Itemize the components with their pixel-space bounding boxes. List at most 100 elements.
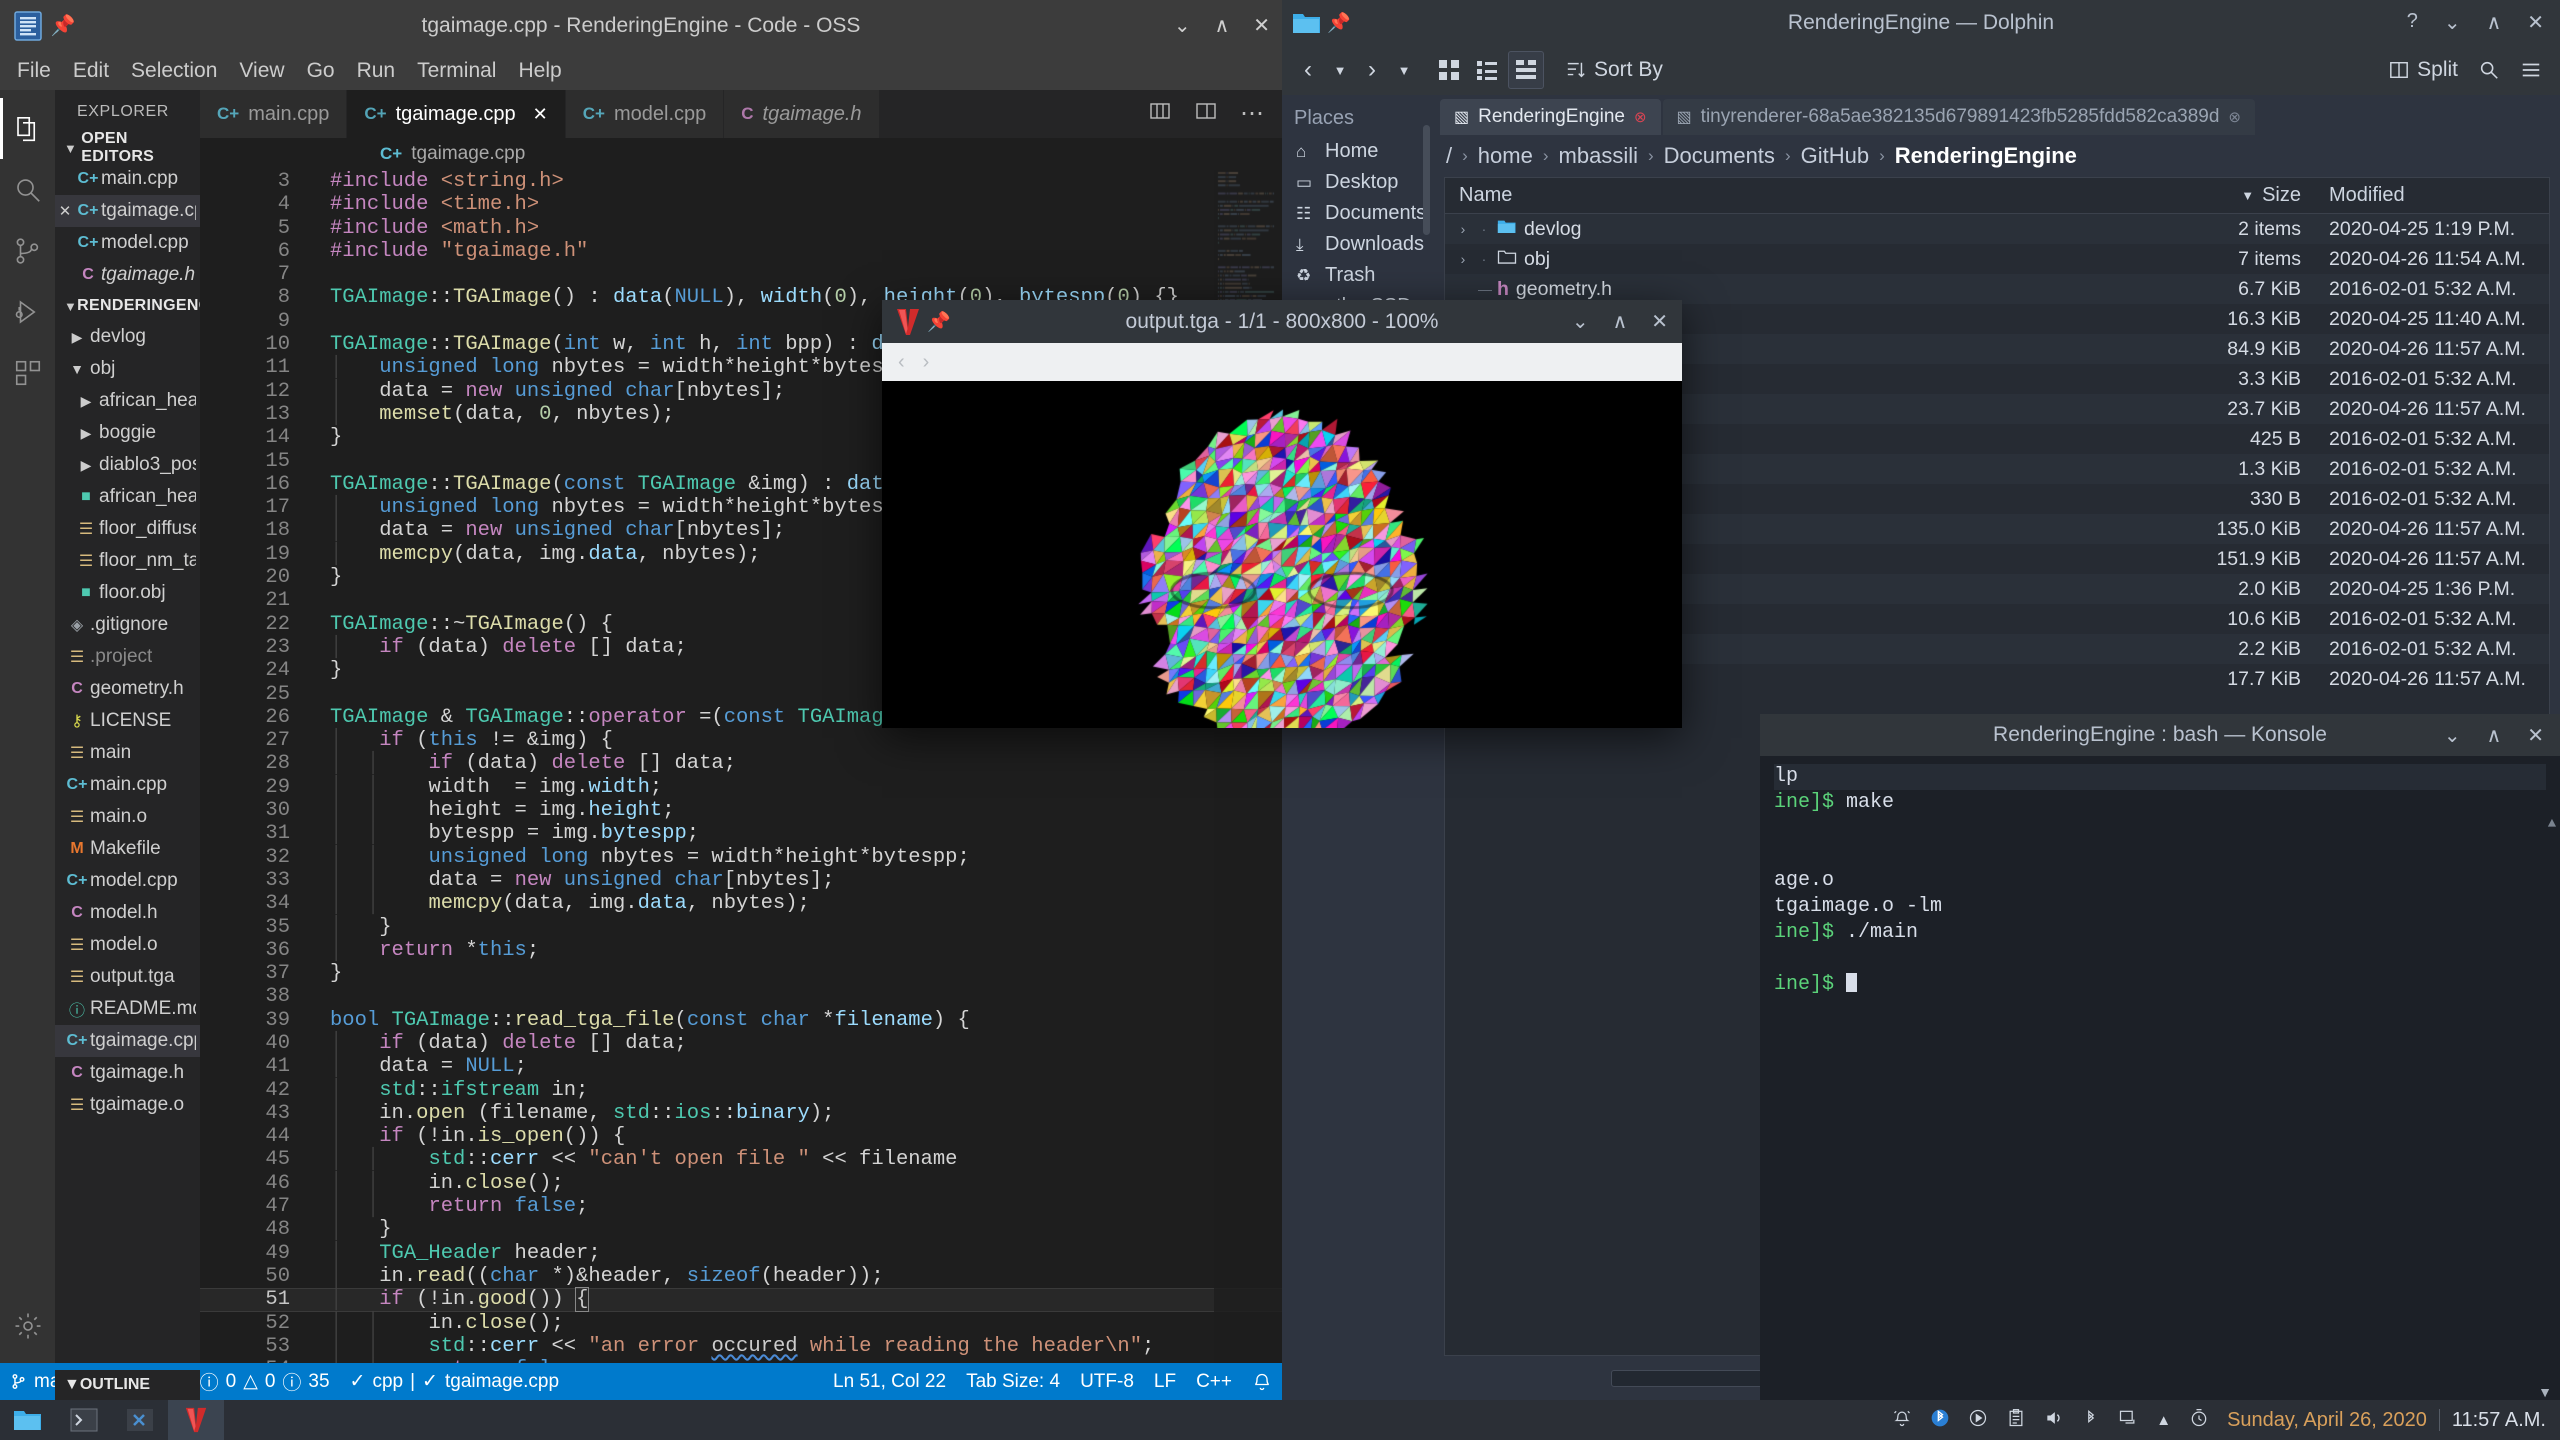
code-line[interactable]: 35 │ }: [200, 916, 1282, 939]
split-button[interactable]: Split: [2383, 51, 2464, 89]
tree-file[interactable]: ☰ floor_nm_tangent.tga: [55, 545, 200, 577]
open-editor-item[interactable]: C+ model.cpp: [55, 227, 200, 259]
close-icon[interactable]: ✕: [533, 104, 548, 125]
editor-tab[interactable]: C+ tgaimage.cpp ✕: [347, 90, 566, 138]
tree-file[interactable]: C+ tgaimage.cpp: [55, 1025, 200, 1057]
details-view-icon[interactable]: [1508, 51, 1544, 89]
help-button[interactable]: ?: [2407, 10, 2418, 35]
menu-item-edit[interactable]: Edit: [62, 51, 120, 90]
clock-widget[interactable]: Sunday, April 26, 2020 11:57 A.M.: [2227, 1409, 2546, 1432]
tree-folder[interactable]: ▶ boggie: [55, 417, 200, 449]
pin-icon[interactable]: 📌: [50, 13, 76, 38]
gwenview-taskbar-icon[interactable]: [168, 1400, 224, 1440]
tree-file[interactable]: Cmodel.h: [55, 897, 200, 929]
maximize-button[interactable]: ∧: [2487, 10, 2502, 35]
code-line[interactable]: 3 #include <string.h>: [200, 170, 1282, 193]
previous-image-button[interactable]: ‹: [898, 351, 905, 374]
chevron-right-icon[interactable]: ▶: [73, 393, 99, 410]
status-language[interactable]: C++: [1186, 1371, 1242, 1393]
code-line[interactable]: 40 │ if (data) delete [] data;: [200, 1032, 1282, 1055]
code-line[interactable]: 54│ │ return false;: [200, 1358, 1282, 1363]
vscode-window-controls[interactable]: ⌄ ∧ ✕: [1174, 13, 1270, 38]
run-debug-icon[interactable]: [0, 281, 55, 342]
project-section[interactable]: ▼ RENDERINGENGINE: [55, 291, 200, 321]
breadcrumb-segment[interactable]: home: [1478, 143, 1533, 169]
table-row[interactable]: › · obj 7 items 2020-04-26 11:54 A.M.: [1445, 244, 2549, 274]
code-line[interactable]: 30 │ │ height = img.height;: [200, 799, 1282, 822]
split-editor-icon[interactable]: [1148, 99, 1172, 129]
column-size[interactable]: ▼ Size: [2189, 184, 2319, 207]
dolphin-window-controls[interactable]: ? ⌄ ∧ ✕: [2407, 10, 2544, 35]
extensions-icon[interactable]: [0, 342, 55, 403]
minimize-button[interactable]: ⌄: [1174, 13, 1191, 38]
code-line[interactable]: 53 │ │ std::cerr << "an error occured whi…: [200, 1335, 1282, 1358]
code-line[interactable]: 50 │ in.read((char *)&header, sizeof(head…: [200, 1265, 1282, 1288]
chevron-right-icon[interactable]: ›: [1455, 221, 1471, 237]
layout-icon[interactable]: [1194, 99, 1218, 129]
forward-button[interactable]: ›: [1358, 51, 1386, 89]
code-line[interactable]: 27 │ if (this != &img) {: [200, 729, 1282, 752]
tree-file[interactable]: ⚷ LICENSE: [55, 705, 200, 737]
code-line[interactable]: 43 │ in.open (filename, std::ios::binary)…: [200, 1102, 1282, 1125]
editor-tab[interactable]: C+ main.cpp: [200, 90, 348, 138]
minimize-button[interactable]: ⌄: [1572, 309, 1589, 334]
tree-file[interactable]: ☰ main: [55, 737, 200, 769]
column-modified[interactable]: Modified: [2319, 184, 2549, 207]
terminal-output[interactable]: lp ine]$ make age.o tgaimage.o -lm ine]$ ./m…: [1760, 756, 2560, 1400]
maximize-button[interactable]: ∧: [2487, 723, 2502, 748]
code-line[interactable]: 51 │ if (!in.good()) {: [200, 1287, 1282, 1313]
tree-folder[interactable]: ▼ obj: [55, 353, 200, 385]
breadcrumb-segment[interactable]: RenderingEngine: [1895, 143, 2077, 169]
breadcrumb[interactable]: C+ tgaimage.cpp: [200, 138, 1282, 170]
close-button[interactable]: ✕: [1651, 309, 1668, 334]
code-line[interactable]: 34 │ │ memcpy(data, img.data, nbytes);: [200, 892, 1282, 915]
code-line[interactable]: 41 │ data = NULL;: [200, 1055, 1282, 1078]
code-line[interactable]: 46 │ │ in.close();: [200, 1172, 1282, 1195]
code-line[interactable]: 32 │ │ unsigned long nbytes = width*heigh…: [200, 846, 1282, 869]
next-image-button[interactable]: ›: [923, 351, 930, 374]
back-button[interactable]: ‹: [1294, 51, 1322, 89]
terminal-scrollbar[interactable]: ▲: [2546, 816, 2558, 1400]
icons-view-icon[interactable]: [1432, 51, 1466, 89]
code-line[interactable]: 37}: [200, 962, 1282, 985]
breadcrumb-segment[interactable]: mbassili: [1559, 143, 1638, 169]
tree-folder[interactable]: ▶diablo3_pose: [55, 449, 200, 481]
code-line[interactable]: 47 │ │ return false;: [200, 1195, 1282, 1218]
open-editor-item[interactable]: ✕C+tgaimage.cpp: [55, 195, 200, 227]
hamburger-menu-icon[interactable]: [2514, 51, 2548, 89]
image-canvas[interactable]: [882, 381, 1682, 728]
tree-file[interactable]: ☰ model.o: [55, 929, 200, 961]
code-line[interactable]: 6 #include "tgaimage.h": [200, 240, 1282, 263]
chevron-right-icon[interactable]: ▶: [73, 425, 99, 442]
outline-section[interactable]: ▼ OUTLINE: [55, 1370, 200, 1400]
explorer-icon[interactable]: [0, 98, 55, 159]
breadcrumb-segment[interactable]: Documents: [1664, 143, 1775, 169]
menu-item-go[interactable]: Go: [296, 51, 346, 90]
close-button[interactable]: ✕: [2527, 723, 2544, 748]
status-cpp-check[interactable]: ✓ cpp | ✓ tgaimage.cpp: [340, 1363, 570, 1400]
place-item-home[interactable]: ⌂ Home: [1282, 136, 1432, 167]
place-item-desktop[interactable]: ▭ Desktop: [1282, 167, 1432, 198]
status-encoding[interactable]: UTF-8: [1070, 1371, 1144, 1393]
tree-file[interactable]: ☰ main.o: [55, 801, 200, 833]
chevron-right-icon[interactable]: ▶: [73, 457, 99, 474]
maximize-button[interactable]: ∧: [1215, 13, 1230, 38]
tree-folder[interactable]: ▶ devlog: [55, 321, 200, 353]
code-line[interactable]: 29 │ │ width = img.width;: [200, 776, 1282, 799]
sort-by-button[interactable]: Sort By: [1560, 51, 1669, 89]
tree-file[interactable]: ⓘ README.md: [55, 993, 200, 1025]
tree-folder[interactable]: ▶african_head: [55, 385, 200, 417]
code-line[interactable]: 5 #include <math.h>: [200, 217, 1282, 240]
bluetooth-icon[interactable]: [1930, 1408, 1950, 1433]
code-line[interactable]: 39 bool TGAImage::read_tga_file(const cha…: [200, 1009, 1282, 1032]
chevron-right-icon[interactable]: ▶: [64, 329, 90, 346]
code-line[interactable]: 42 │ std::ifstream in;: [200, 1079, 1282, 1102]
editor-tab[interactable]: Ctgaimage.h: [724, 90, 880, 138]
place-item-trash[interactable]: ♻ Trash: [1282, 260, 1432, 291]
tree-file[interactable]: ☰ tgaimage.o: [55, 1089, 200, 1121]
notifications-icon[interactable]: [1892, 1408, 1912, 1433]
status-tabsize[interactable]: Tab Size: 4: [956, 1371, 1070, 1393]
editor-tab[interactable]: C+ model.cpp: [565, 90, 725, 138]
search-icon[interactable]: [0, 159, 55, 220]
code-line[interactable]: 45 │ │ std::cerr << "can't open file " <<…: [200, 1148, 1282, 1171]
